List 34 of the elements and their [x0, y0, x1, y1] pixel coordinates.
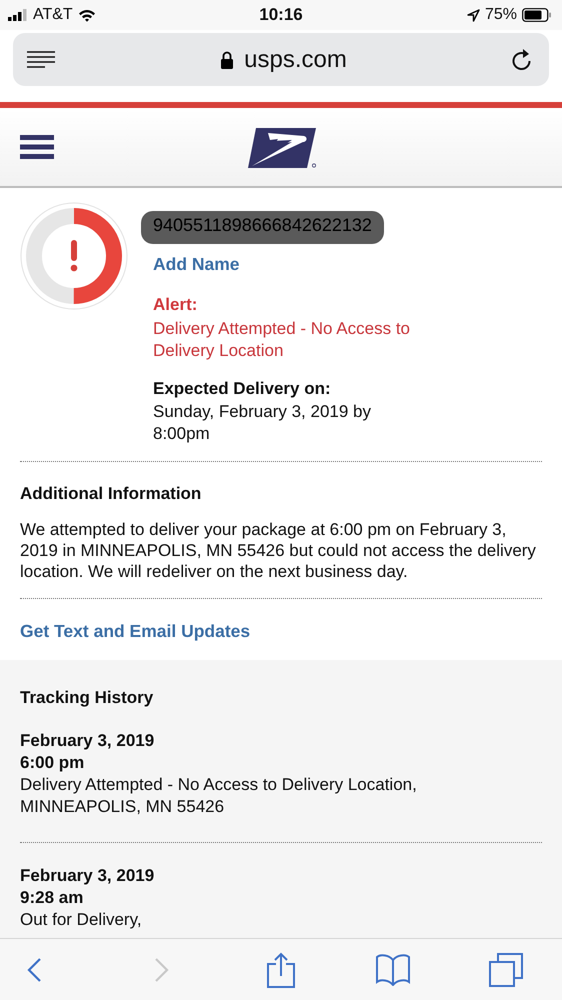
back-icon[interactable] [26, 956, 44, 982]
address-bar[interactable]: usps.com [13, 33, 549, 86]
event-date: February 3, 2019 [20, 865, 156, 887]
tracking-number: 9405511898666842622132 [141, 211, 384, 244]
event-description: Delivery Attempted - No Access to Delivery Location, MINNEAPOLIS, MN 55426 [20, 774, 418, 818]
eagle-logo-icon[interactable] [248, 127, 318, 169]
event-time: 6:00 pm [20, 752, 86, 774]
expected-delivery-label: Expected Delivery on: [153, 379, 332, 399]
signal-icon [8, 9, 28, 21]
reload-icon[interactable] [510, 48, 533, 72]
alert-status-text: Delivery Attempted - No Access to Delivery Location [153, 318, 411, 362]
reader-icon[interactable] [26, 50, 56, 70]
event-description: Out for Delivery, [20, 909, 143, 931]
location-arrow-icon [466, 8, 480, 22]
share-icon[interactable] [266, 952, 295, 988]
battery-icon [522, 8, 552, 22]
event-date: February 3, 2019 [20, 730, 156, 752]
carrier-name: AT&T [33, 6, 73, 24]
wifi-icon [78, 8, 96, 22]
tabs-icon[interactable] [488, 952, 523, 986]
section-heading: Additional Information [20, 484, 202, 504]
text-email-updates-link[interactable]: Get Text and Email Updates [20, 621, 250, 642]
book-icon[interactable] [375, 954, 412, 986]
add-name-link[interactable]: Add Name [153, 254, 240, 275]
section-heading: Tracking History [20, 688, 154, 708]
expected-delivery-date: Sunday, February 3, 2019 by 8:00pm [153, 401, 372, 445]
lock-icon [220, 50, 234, 68]
additional-info-text: We attempted to deliver your package at 6:00 pm on February 3, 2019 in MINNEAPOLIS, MN 55426 but could not access the delivery location. We will redeliver on the next business day. [20, 519, 537, 582]
clock-time: 10:16 [259, 5, 303, 25]
menu-icon[interactable] [20, 135, 54, 159]
battery-percentage: 75% [484, 6, 517, 24]
url-text: usps.com [244, 46, 347, 74]
event-time: 9:28 am [20, 887, 84, 909]
alert-label: Alert: [153, 295, 198, 315]
